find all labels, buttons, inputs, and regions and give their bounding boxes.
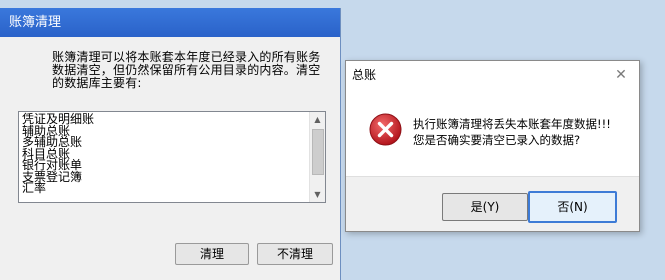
list-item[interactable]: 支票登记簿 — [22, 171, 325, 184]
no-button[interactable]: 否(N) — [528, 191, 617, 223]
message-line-2: 您是否确实要清空已录入的数据? — [413, 133, 581, 147]
no-clean-button[interactable]: 不清理 — [257, 243, 333, 265]
dialog-message: 执行账簿清理将丢失本账套年度数据!!! 您是否确实要清空已录入的数据? — [413, 116, 611, 148]
dialog-title: 总账 — [352, 68, 377, 82]
close-icon[interactable]: ✕ — [613, 64, 629, 86]
message-line-1: 执行账簿清理将丢失本账套年度数据!!! — [413, 117, 611, 131]
dialog-footer: 是(Y) 否(N) — [346, 176, 639, 231]
vertical-scrollbar[interactable]: ▲ ▼ — [309, 112, 325, 202]
database-list: 凭证及明细账 辅助总账 多辅助总账 科目总账 银行对账单 支票登记簿 汇率 — [19, 112, 325, 195]
window-title: 账簿清理 — [9, 15, 62, 30]
intro-line-3: 的数据库主要有: — [52, 76, 142, 90]
scroll-down-arrow-icon[interactable]: ▼ — [310, 187, 325, 202]
window-titlebar[interactable]: 账簿清理 — [0, 8, 340, 37]
dialog-titlebar[interactable]: 总账 — [346, 61, 639, 89]
list-item[interactable]: 汇率 — [22, 182, 325, 195]
database-listbox[interactable]: 凭证及明细账 辅助总账 多辅助总账 科目总账 银行对账单 支票登记簿 汇率 ▲ … — [18, 111, 326, 203]
clean-button[interactable]: 清理 — [175, 243, 249, 265]
scroll-up-arrow-icon[interactable]: ▲ — [310, 112, 325, 127]
yes-button[interactable]: 是(Y) — [442, 193, 528, 221]
intro-text: 账簿清理可以将本账套本年度已经录入的所有账务 数据清空，但仍然保留所有公用目录的… — [52, 51, 327, 90]
error-icon — [369, 113, 402, 146]
scrollbar-thumb[interactable] — [312, 129, 324, 175]
general-ledger-dialog: 总账 ✕ 执行账簿清理将丢失本账套年度数据!!! 您是否确实要清空已录入的数据?… — [345, 60, 640, 232]
ledger-clean-window: 账簿清理 账簿清理可以将本账套本年度已经录入的所有账务 数据清空，但仍然保留所有… — [0, 8, 341, 280]
